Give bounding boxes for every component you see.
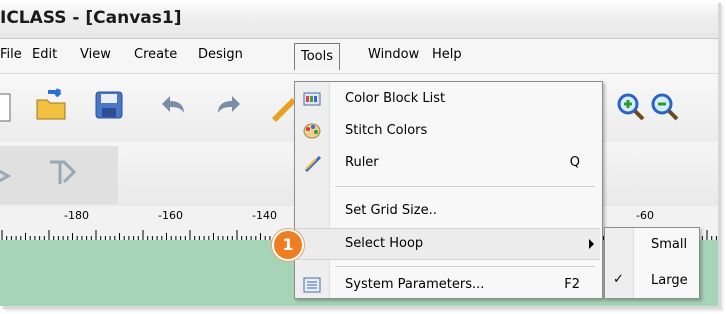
step-callout-badge: 1	[272, 229, 304, 261]
ruler-label: -180	[64, 209, 89, 222]
ruler-label: -160	[158, 209, 183, 222]
submenu-item-label: Small	[651, 237, 688, 252]
app-window: ICLASS - [Canvas1] File Edit View Create…	[0, 0, 718, 306]
menu-edit[interactable]: Edit	[32, 47, 57, 62]
new-document-icon[interactable]	[0, 90, 16, 124]
redo-icon[interactable]	[212, 90, 246, 124]
ruler-icon	[303, 154, 321, 172]
menu-design[interactable]: Design	[198, 47, 243, 62]
menu-file[interactable]: File	[0, 47, 22, 62]
color-block-list-icon	[303, 90, 321, 108]
menu-item-color-block-list[interactable]: Color Block List	[295, 84, 600, 114]
menu-separator	[335, 266, 595, 267]
menu-window[interactable]: Window	[368, 47, 419, 62]
submenu-item-large[interactable]: ✓ Large	[605, 266, 697, 296]
palette-icon	[303, 122, 321, 140]
menu-view[interactable]: View	[80, 47, 111, 62]
menu-item-label: Color Block List	[345, 91, 446, 106]
undo-icon[interactable]	[156, 90, 190, 124]
open-folder-icon[interactable]	[34, 88, 68, 122]
menu-tools[interactable]: Tools	[294, 43, 341, 70]
hoop-submenu: Small ✓ Large	[604, 227, 700, 299]
menu-item-shortcut: Q	[569, 155, 580, 170]
menu-item-stitch-colors[interactable]: Stitch Colors	[295, 116, 600, 146]
menu-item-select-hoop[interactable]: Select Hoop	[295, 228, 600, 260]
ruler-label: -60	[636, 209, 654, 222]
save-icon[interactable]	[92, 88, 126, 122]
menu-item-shortcut: F2	[564, 277, 580, 292]
tool-node-icon[interactable]	[0, 158, 24, 192]
parameters-icon	[303, 276, 321, 294]
submenu-item-label: Large	[651, 273, 688, 288]
menu-item-ruler[interactable]: Ruler Q	[295, 148, 600, 178]
menu-separator	[335, 186, 595, 187]
menu-item-system-parameters[interactable]: System Parameters... F2	[295, 270, 600, 300]
menu-create[interactable]: Create	[134, 47, 177, 62]
zoom-in-icon[interactable]	[614, 90, 648, 124]
tool-path-icon[interactable]	[46, 156, 80, 190]
submenu-arrow-icon	[589, 239, 594, 249]
menu-icon-column	[295, 82, 330, 298]
menu-item-label: Ruler	[345, 155, 379, 170]
menu-help[interactable]: Help	[432, 47, 462, 62]
tools-dropdown-menu: Color Block List Stitch Colors Ruler Q S…	[294, 81, 603, 299]
ruler-label: -140	[252, 209, 277, 222]
menu-item-label: Stitch Colors	[345, 123, 428, 138]
window-title: ICLASS - [Canvas1]	[0, 8, 182, 28]
menu-item-set-grid-size[interactable]: Set Grid Size..	[295, 196, 600, 226]
menu-bar: File Edit View Create Design Tools Windo…	[0, 39, 718, 74]
checkmark-icon: ✓	[613, 272, 624, 287]
submenu-item-small[interactable]: Small	[605, 230, 697, 260]
menu-item-label: System Parameters...	[345, 277, 485, 292]
menu-item-label: Select Hoop	[345, 236, 424, 251]
title-bar: ICLASS - [Canvas1]	[0, 0, 718, 39]
menu-item-label: Set Grid Size..	[345, 203, 437, 218]
zoom-out-icon[interactable]	[648, 90, 682, 124]
